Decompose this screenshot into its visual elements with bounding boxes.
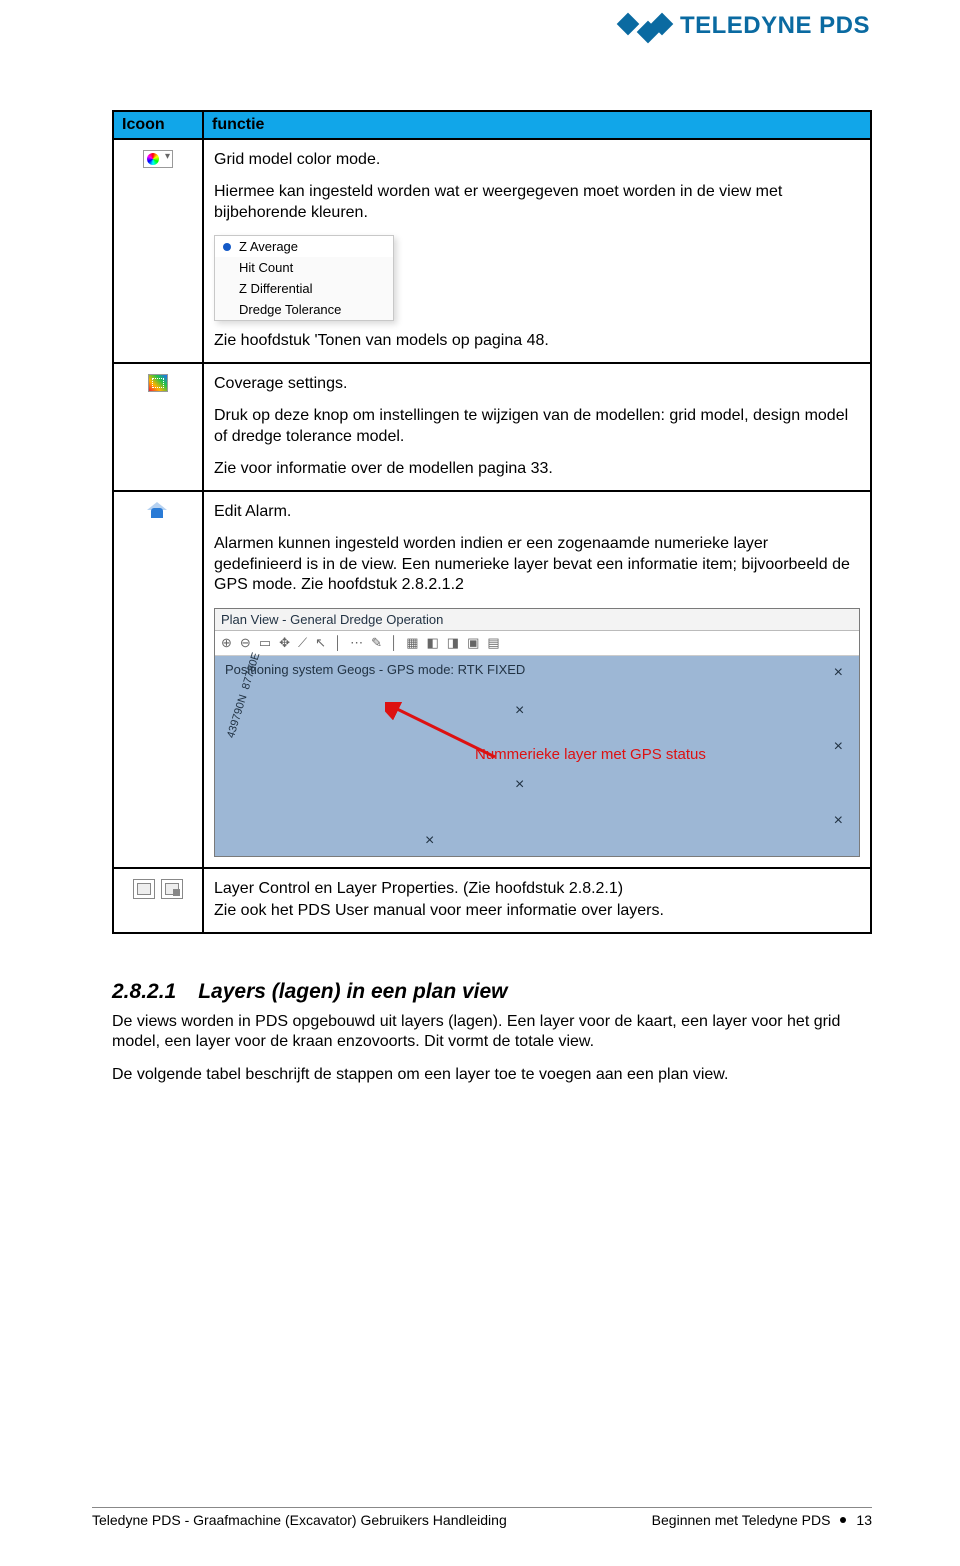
row-reference: Zie voor informatie over de modellen pag… xyxy=(214,459,860,479)
section-layers: 2.8.2.1 Layers (lagen) in een plan view … xyxy=(112,980,872,1086)
layer-control-icon xyxy=(133,879,155,899)
tick-mark-icon: × xyxy=(515,702,524,720)
zoom-in-icon: ⊕ xyxy=(221,635,232,651)
tick-mark-icon: × xyxy=(515,776,524,794)
properties-icon: ▤ xyxy=(487,635,499,651)
table-row: Layer Control en Layer Properties. (Zie … xyxy=(113,868,871,933)
row-title: Grid model color mode. xyxy=(214,150,860,170)
plan-view-screenshot: Plan View - General Dredge Operation ⊕ ⊖… xyxy=(214,608,860,857)
zoom-out-icon: ⊖ xyxy=(240,635,251,651)
edit-icon: ✎ xyxy=(371,635,382,651)
col-header-function: functie xyxy=(203,111,871,139)
page-content: Icoon functie Grid model color mode. Hie… xyxy=(112,110,872,1098)
table-row: Grid model color mode. Hiermee kan inges… xyxy=(113,139,871,363)
page-footer: Teledyne PDS - Graafmachine (Excavator) … xyxy=(92,1507,872,1528)
tool-icon: ▦ xyxy=(406,635,418,651)
tool-icon: ◧ xyxy=(426,635,438,651)
row-title: Coverage settings. xyxy=(214,374,860,394)
section-title: Layers (lagen) in een plan view xyxy=(198,980,507,1004)
more-icon: ⋯ xyxy=(350,635,363,651)
row-reference: Zie hoofdstuk 'Tonen van models op pagin… xyxy=(214,331,860,351)
pointer-icon: ↖ xyxy=(315,635,326,651)
layer-properties-icon xyxy=(161,879,183,899)
section-paragraph: De views worden in PDS opgebouwd uit lay… xyxy=(112,1012,872,1054)
menu-item-label: Z Average xyxy=(239,239,298,254)
annotation-label: Nummerieke layer met GPS status xyxy=(475,746,706,763)
menu-item-label: Hit Count xyxy=(239,260,293,275)
grid-color-dropdown: Z Average Hit Count Z Differential Dredg… xyxy=(214,235,394,321)
tick-mark-icon: × xyxy=(425,832,434,850)
row-desc: Hiermee kan ingesteld worden wat er weer… xyxy=(214,182,860,223)
plan-view-title: Plan View - General Dredge Operation xyxy=(215,609,859,631)
footer-section-title: Beginnen met Teledyne PDS xyxy=(652,1512,831,1528)
pan-icon: ✥ xyxy=(279,635,290,651)
plan-view-toolbar: ⊕ ⊖ ▭ ✥ ⟋ ↖ │ ⋯ ✎ │ ▦ ◧ ◨ ▣ ▤ xyxy=(215,631,859,656)
row-title: Edit Alarm. xyxy=(214,502,860,522)
icon-function-table: Icoon functie Grid model color mode. Hie… xyxy=(112,110,872,934)
menu-item-label: Z Differential xyxy=(239,281,312,296)
brand-logo: TELEDYNE PDS xyxy=(620,12,870,40)
layer-icons xyxy=(133,879,183,899)
plan-view-canvas: Positioning system Geogs - GPS mode: RTK… xyxy=(215,656,859,856)
menu-item: Z Differential xyxy=(215,278,393,299)
brand-name: TELEDYNE PDS xyxy=(680,12,870,40)
menu-item: Dredge Tolerance xyxy=(215,299,393,320)
gps-status-layer: Positioning system Geogs - GPS mode: RTK… xyxy=(225,662,849,677)
section-number: 2.8.2.1 xyxy=(112,980,176,1004)
separator-icon: │ xyxy=(390,635,398,650)
row-desc: Alarmen kunnen ingesteld worden indien e… xyxy=(214,534,860,595)
bullet-icon xyxy=(223,243,231,251)
col-header-icon: Icoon xyxy=(113,111,203,139)
bullet-icon xyxy=(840,1517,846,1523)
menu-item: Hit Count xyxy=(215,257,393,278)
tool-icon: ◨ xyxy=(447,635,459,651)
zoom-window-icon: ▭ xyxy=(259,635,271,651)
row-text: Zie ook het PDS User manual voor meer in… xyxy=(214,901,860,921)
page-number: 13 xyxy=(856,1512,872,1528)
brand-mark-icon xyxy=(620,12,670,40)
section-paragraph: De volgende tabel beschrijft de stappen … xyxy=(112,1065,872,1086)
menu-item-label: Dredge Tolerance xyxy=(239,302,341,317)
coverage-settings-icon xyxy=(148,374,168,392)
row-text: Layer Control en Layer Properties. (Zie … xyxy=(214,879,860,899)
tick-mark-icon: × xyxy=(834,812,843,830)
table-row: Edit Alarm. Alarmen kunnen ingesteld wor… xyxy=(113,491,871,868)
table-row: Coverage settings. Druk op deze knop om … xyxy=(113,363,871,491)
alarm-icon xyxy=(147,502,169,524)
tick-mark-icon: × xyxy=(834,738,843,756)
ruler-icon: ⟋ xyxy=(298,635,307,651)
grid-color-mode-icon xyxy=(143,150,173,168)
row-desc: Druk op deze knop om instellingen te wij… xyxy=(214,406,860,447)
tick-mark-icon: × xyxy=(834,664,843,682)
menu-item: Z Average xyxy=(215,236,393,257)
footer-right: Beginnen met Teledyne PDS 13 xyxy=(652,1512,872,1528)
layers-icon: ▣ xyxy=(467,635,479,651)
separator-icon: │ xyxy=(334,635,342,650)
footer-left: Teledyne PDS - Graafmachine (Excavator) … xyxy=(92,1512,507,1528)
